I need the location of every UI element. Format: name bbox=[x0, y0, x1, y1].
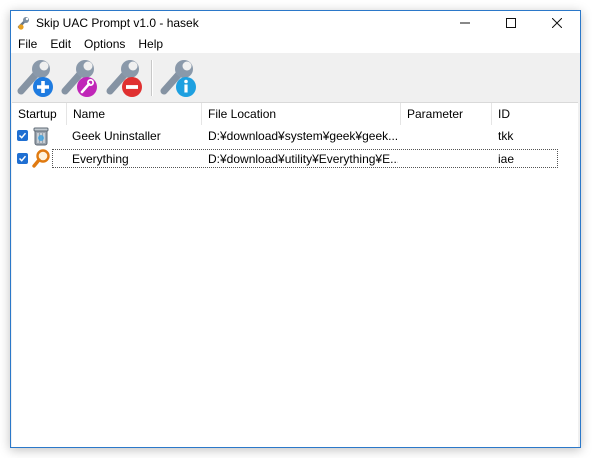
col-header-id[interactable]: ID bbox=[492, 103, 578, 125]
check-icon bbox=[18, 155, 27, 162]
close-button[interactable] bbox=[534, 11, 580, 35]
list-header: Startup Name File Location Parameter ID bbox=[12, 103, 578, 125]
entries-list[interactable]: Startup Name File Location Parameter ID … bbox=[12, 102, 578, 447]
minimize-icon bbox=[460, 22, 470, 24]
col-header-startup[interactable]: Startup bbox=[12, 103, 67, 125]
toolbar-separator bbox=[151, 60, 153, 96]
row-id: tkk bbox=[498, 129, 514, 143]
row-name: Everything bbox=[72, 152, 129, 166]
maximize-button[interactable] bbox=[488, 11, 534, 35]
app-window: Skip UAC Prompt v1.0 - hasek File Edit O… bbox=[10, 10, 581, 448]
row-parameter bbox=[407, 148, 487, 170]
check-icon bbox=[18, 132, 27, 139]
menu-edit[interactable]: Edit bbox=[43, 35, 77, 53]
title-bar[interactable]: Skip UAC Prompt v1.0 - hasek bbox=[11, 11, 580, 35]
window-title: Skip UAC Prompt v1.0 - hasek bbox=[36, 16, 199, 30]
magnifier-icon bbox=[32, 149, 50, 168]
row-location: D:¥download¥system¥geek¥geek... bbox=[208, 129, 398, 143]
app-wrench-icon bbox=[17, 17, 29, 30]
table-row[interactable]: Geek Uninstaller D:¥download¥system¥geek… bbox=[12, 125, 578, 147]
recycle-bin-icon bbox=[33, 127, 49, 146]
menu-file[interactable]: File bbox=[11, 35, 43, 53]
wrench-edit-icon bbox=[61, 60, 97, 97]
about-button[interactable] bbox=[158, 58, 198, 98]
col-header-file-location[interactable]: File Location bbox=[202, 103, 401, 125]
col-header-name[interactable]: Name bbox=[67, 103, 202, 125]
row-id: iae bbox=[498, 152, 515, 166]
menu-help[interactable]: Help bbox=[131, 35, 169, 53]
menu-options[interactable]: Options bbox=[77, 35, 131, 53]
row-location: D:¥download¥utility¥Everything¥E... bbox=[208, 152, 398, 166]
col-header-parameter[interactable]: Parameter bbox=[401, 103, 492, 125]
startup-checkbox[interactable] bbox=[17, 153, 28, 164]
table-row[interactable]: Everything D:¥download¥utility¥Everythin… bbox=[12, 148, 578, 170]
minimize-button[interactable] bbox=[442, 11, 488, 35]
wrench-add-icon bbox=[17, 60, 53, 97]
row-parameter bbox=[407, 125, 487, 147]
wrench-remove-icon bbox=[106, 60, 142, 97]
remove-entry-button[interactable] bbox=[104, 58, 144, 98]
startup-checkbox[interactable] bbox=[17, 130, 28, 141]
wrench-info-icon bbox=[160, 60, 196, 97]
maximize-icon bbox=[506, 18, 516, 28]
menu-bar: File Edit Options Help bbox=[11, 35, 580, 53]
toolbar bbox=[11, 53, 580, 102]
close-icon bbox=[552, 18, 562, 28]
edit-entry-button[interactable] bbox=[59, 58, 99, 98]
add-entry-button[interactable] bbox=[15, 58, 55, 98]
row-name: Geek Uninstaller bbox=[72, 129, 161, 143]
